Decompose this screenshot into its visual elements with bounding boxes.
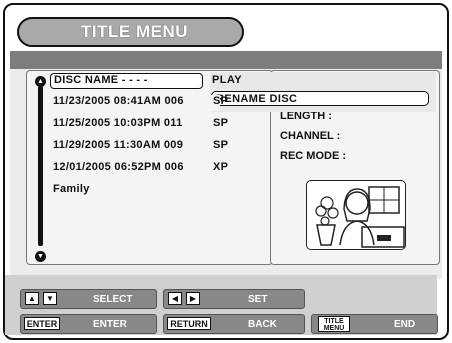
list-item[interactable]: 12/01/2005 06:52PM 006 XP (53, 161, 228, 173)
list-item-label: 12/01/2005 06:52PM 006 (53, 161, 184, 173)
scroll-down-icon[interactable]: ▼ (35, 251, 46, 262)
left-arrow-icon: ◀ (168, 292, 182, 305)
disc-options-popup: PLAY RENAME DISC (210, 72, 436, 112)
rec-mode-badge: SP (213, 95, 229, 107)
list-item[interactable]: 11/29/2005 11:30AM 009 SP (53, 139, 228, 151)
header-band (10, 51, 442, 69)
list-item-disc-name[interactable]: DISC NAME - - - - (50, 73, 203, 89)
rec-mode-badge: SP (213, 117, 229, 129)
set-label: SET (248, 294, 268, 305)
enter-hint: ENTER ENTER (20, 314, 157, 334)
list-item-label: DISC NAME - - - - (54, 74, 148, 86)
list-item-label: 11/25/2005 10:03PM 011 (53, 117, 183, 129)
list-item[interactable]: Family (53, 183, 90, 195)
list-item[interactable]: 11/25/2005 10:03PM 011 SP (53, 117, 228, 129)
thumbnail-image (315, 186, 405, 248)
rec-mode-badge: SP (213, 139, 229, 151)
select-label: SELECT (93, 294, 133, 305)
scrollbar[interactable] (38, 86, 43, 246)
title-menu-header: TITLE MENU (17, 17, 244, 47)
scroll-up-icon[interactable]: ▲ (35, 76, 46, 87)
end-hint: TITLE MENU END (311, 314, 438, 334)
back-label: BACK (248, 319, 277, 330)
title-menu-key-icon: TITLE MENU (318, 316, 350, 332)
rec-mode-badge: XP (213, 161, 229, 173)
play-option[interactable]: PLAY (212, 74, 242, 86)
back-hint: RETURN BACK (163, 314, 305, 334)
rename-disc-option[interactable]: RENAME DISC (211, 91, 429, 106)
list-item[interactable]: 11/23/2005 08:41AM 006 (53, 95, 213, 107)
select-hint: ▲ ▼ SELECT (20, 289, 157, 309)
list-item-label: 11/23/2005 08:41AM 006 (53, 95, 184, 107)
up-arrow-icon: ▲ (25, 292, 39, 305)
set-hint: ◀ ▶ SET (163, 289, 305, 309)
enter-key-icon: ENTER (24, 317, 60, 330)
down-arrow-icon: ▼ (43, 292, 57, 305)
end-label: END (394, 319, 416, 330)
channel-label: CHANNEL : (280, 130, 341, 142)
list-item-label: Family (53, 183, 90, 195)
rec-mode-label: REC MODE : (280, 150, 346, 162)
title-thumbnail (306, 180, 406, 250)
right-arrow-icon: ▶ (186, 292, 200, 305)
page-title: TITLE MENU (81, 22, 188, 41)
enter-label: ENTER (93, 319, 127, 330)
return-key-icon: RETURN (167, 317, 211, 330)
list-item-label: 11/29/2005 11:30AM 009 (53, 139, 184, 151)
